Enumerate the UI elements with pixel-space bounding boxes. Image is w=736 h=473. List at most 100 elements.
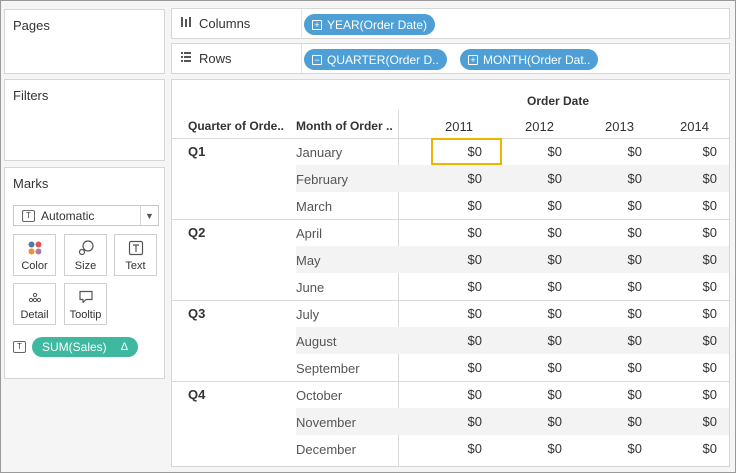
color-button[interactable]: Color bbox=[13, 234, 56, 276]
value-cell[interactable]: $0 bbox=[442, 441, 482, 456]
value-cell[interactable]: $0 bbox=[677, 144, 717, 159]
month-label-march[interactable]: March bbox=[296, 199, 332, 214]
detail-button[interactable]: Detail bbox=[13, 283, 56, 325]
text-encoding-icon[interactable]: T bbox=[13, 341, 26, 353]
value-cell[interactable]: $0 bbox=[442, 198, 482, 213]
filters-card[interactable]: Filters bbox=[4, 79, 165, 161]
quarter-label-q2[interactable]: Q2 bbox=[188, 225, 205, 240]
value-cell[interactable]: $0 bbox=[442, 414, 482, 429]
year-order-date-label: YEAR(Order Date) bbox=[327, 17, 428, 32]
year-header-2014[interactable]: 2014 bbox=[680, 119, 709, 134]
value-cell[interactable]: $0 bbox=[442, 252, 482, 267]
value-cell[interactable]: $0 bbox=[602, 333, 642, 348]
size-button-label: Size bbox=[74, 260, 97, 272]
value-cell[interactable]: $0 bbox=[442, 225, 482, 240]
value-cell[interactable]: $0 bbox=[677, 306, 717, 321]
value-cell[interactable]: $0 bbox=[602, 252, 642, 267]
value-cell[interactable]: $0 bbox=[522, 306, 562, 321]
month-label-may[interactable]: May bbox=[296, 253, 321, 268]
columns-shelf[interactable]: Columns + YEAR(Order Date) bbox=[171, 8, 730, 39]
value-cell[interactable]: $0 bbox=[602, 441, 642, 456]
month-label-september[interactable]: September bbox=[296, 361, 360, 376]
month-label-december[interactable]: December bbox=[296, 442, 356, 457]
selected-cell-highlight[interactable] bbox=[431, 138, 502, 165]
value-cell[interactable]: $0 bbox=[602, 144, 642, 159]
value-cell[interactable]: $0 bbox=[602, 171, 642, 186]
size-button[interactable]: Size bbox=[64, 234, 107, 276]
value-cell[interactable]: $0 bbox=[677, 198, 717, 213]
value-cell[interactable]: $0 bbox=[522, 144, 562, 159]
month-label-july[interactable]: July bbox=[296, 307, 319, 322]
value-cell[interactable]: $0 bbox=[522, 279, 562, 294]
value-cell[interactable]: $0 bbox=[522, 171, 562, 186]
quarter-order-date-pill[interactable]: − QUARTER(Order D.. bbox=[304, 49, 447, 70]
quarter-label-q3[interactable]: Q3 bbox=[188, 306, 205, 321]
value-cell[interactable]: $0 bbox=[677, 387, 717, 402]
expand-plus-icon[interactable]: + bbox=[468, 54, 478, 65]
row-band bbox=[296, 246, 729, 273]
value-cell[interactable]: $0 bbox=[522, 414, 562, 429]
value-cell[interactable]: $0 bbox=[677, 225, 717, 240]
month-label-october[interactable]: October bbox=[296, 388, 342, 403]
value-cell[interactable]: $0 bbox=[522, 360, 562, 375]
month-column-header[interactable]: Month of Order .. bbox=[296, 119, 393, 133]
columns-icon bbox=[179, 16, 193, 31]
year-order-date-pill[interactable]: + YEAR(Order Date) bbox=[304, 14, 436, 35]
value-cell[interactable]: $0 bbox=[442, 360, 482, 375]
value-cell[interactable]: $0 bbox=[442, 279, 482, 294]
value-cell[interactable]: $0 bbox=[522, 333, 562, 348]
value-cell[interactable]: $0 bbox=[602, 387, 642, 402]
value-cell[interactable]: $0 bbox=[522, 198, 562, 213]
value-cell[interactable]: $0 bbox=[442, 306, 482, 321]
year-header-2012[interactable]: 2012 bbox=[525, 119, 554, 134]
value-cell[interactable]: $0 bbox=[677, 333, 717, 348]
value-cell[interactable]: $0 bbox=[442, 333, 482, 348]
year-header-2011[interactable]: 2011 bbox=[445, 119, 473, 134]
value-cell[interactable]: $0 bbox=[602, 414, 642, 429]
value-cell[interactable]: $0 bbox=[522, 441, 562, 456]
crosstab-view[interactable]: Order Date Quarter of Orde.. Month of Or… bbox=[171, 79, 730, 467]
marks-card: Marks T Automatic ▼ Color Size Text Deta… bbox=[4, 167, 165, 379]
quarter-label-q4[interactable]: Q4 bbox=[188, 387, 205, 402]
rows-shelf-label: Rows bbox=[172, 44, 302, 73]
month-label-january[interactable]: January bbox=[296, 145, 342, 160]
filters-title: Filters bbox=[13, 88, 49, 103]
speech-bubble-icon bbox=[77, 289, 95, 305]
value-cell[interactable]: $0 bbox=[602, 360, 642, 375]
month-label-february[interactable]: February bbox=[296, 172, 348, 187]
value-cell[interactable]: $0 bbox=[522, 225, 562, 240]
chevron-down-icon[interactable]: ▼ bbox=[140, 206, 158, 225]
month-label-november[interactable]: November bbox=[296, 415, 356, 430]
value-cell[interactable]: $0 bbox=[442, 387, 482, 402]
text-button[interactable]: Text bbox=[114, 234, 157, 276]
rows-shelf[interactable]: Rows − QUARTER(Order D.. + MONTH(Order D… bbox=[171, 43, 730, 74]
sum-sales-pill[interactable]: SUM(Sales) Δ bbox=[32, 337, 139, 357]
month-label-june[interactable]: June bbox=[296, 280, 324, 295]
tooltip-button[interactable]: Tooltip bbox=[64, 283, 107, 325]
value-cell[interactable]: $0 bbox=[677, 279, 717, 294]
value-cell[interactable]: $0 bbox=[602, 225, 642, 240]
value-cell[interactable]: $0 bbox=[677, 171, 717, 186]
collapse-minus-icon[interactable]: − bbox=[312, 54, 322, 65]
value-cell[interactable]: $0 bbox=[677, 414, 717, 429]
value-cell[interactable]: $0 bbox=[442, 171, 482, 186]
value-cell[interactable]: $0 bbox=[677, 441, 717, 456]
value-cell[interactable]: $0 bbox=[522, 387, 562, 402]
month-order-date-pill[interactable]: + MONTH(Order Dat.. bbox=[460, 49, 599, 70]
month-label-april[interactable]: April bbox=[296, 226, 322, 241]
year-header-2013[interactable]: 2013 bbox=[605, 119, 634, 134]
quarter-column-header[interactable]: Quarter of Orde.. bbox=[188, 119, 284, 133]
month-label-august[interactable]: August bbox=[296, 334, 336, 349]
color-dots-icon bbox=[26, 240, 44, 256]
value-cell[interactable]: $0 bbox=[602, 279, 642, 294]
mark-type-dropdown[interactable]: T Automatic ▼ bbox=[13, 205, 159, 226]
pages-card[interactable]: Pages bbox=[4, 9, 165, 74]
value-cell[interactable]: $0 bbox=[522, 252, 562, 267]
columns-shelf-label: Columns bbox=[172, 9, 302, 38]
value-cell[interactable]: $0 bbox=[677, 252, 717, 267]
value-cell[interactable]: $0 bbox=[602, 306, 642, 321]
quarter-label-q1[interactable]: Q1 bbox=[188, 144, 205, 159]
expand-plus-icon[interactable]: + bbox=[312, 19, 322, 30]
value-cell[interactable]: $0 bbox=[602, 198, 642, 213]
value-cell[interactable]: $0 bbox=[677, 360, 717, 375]
